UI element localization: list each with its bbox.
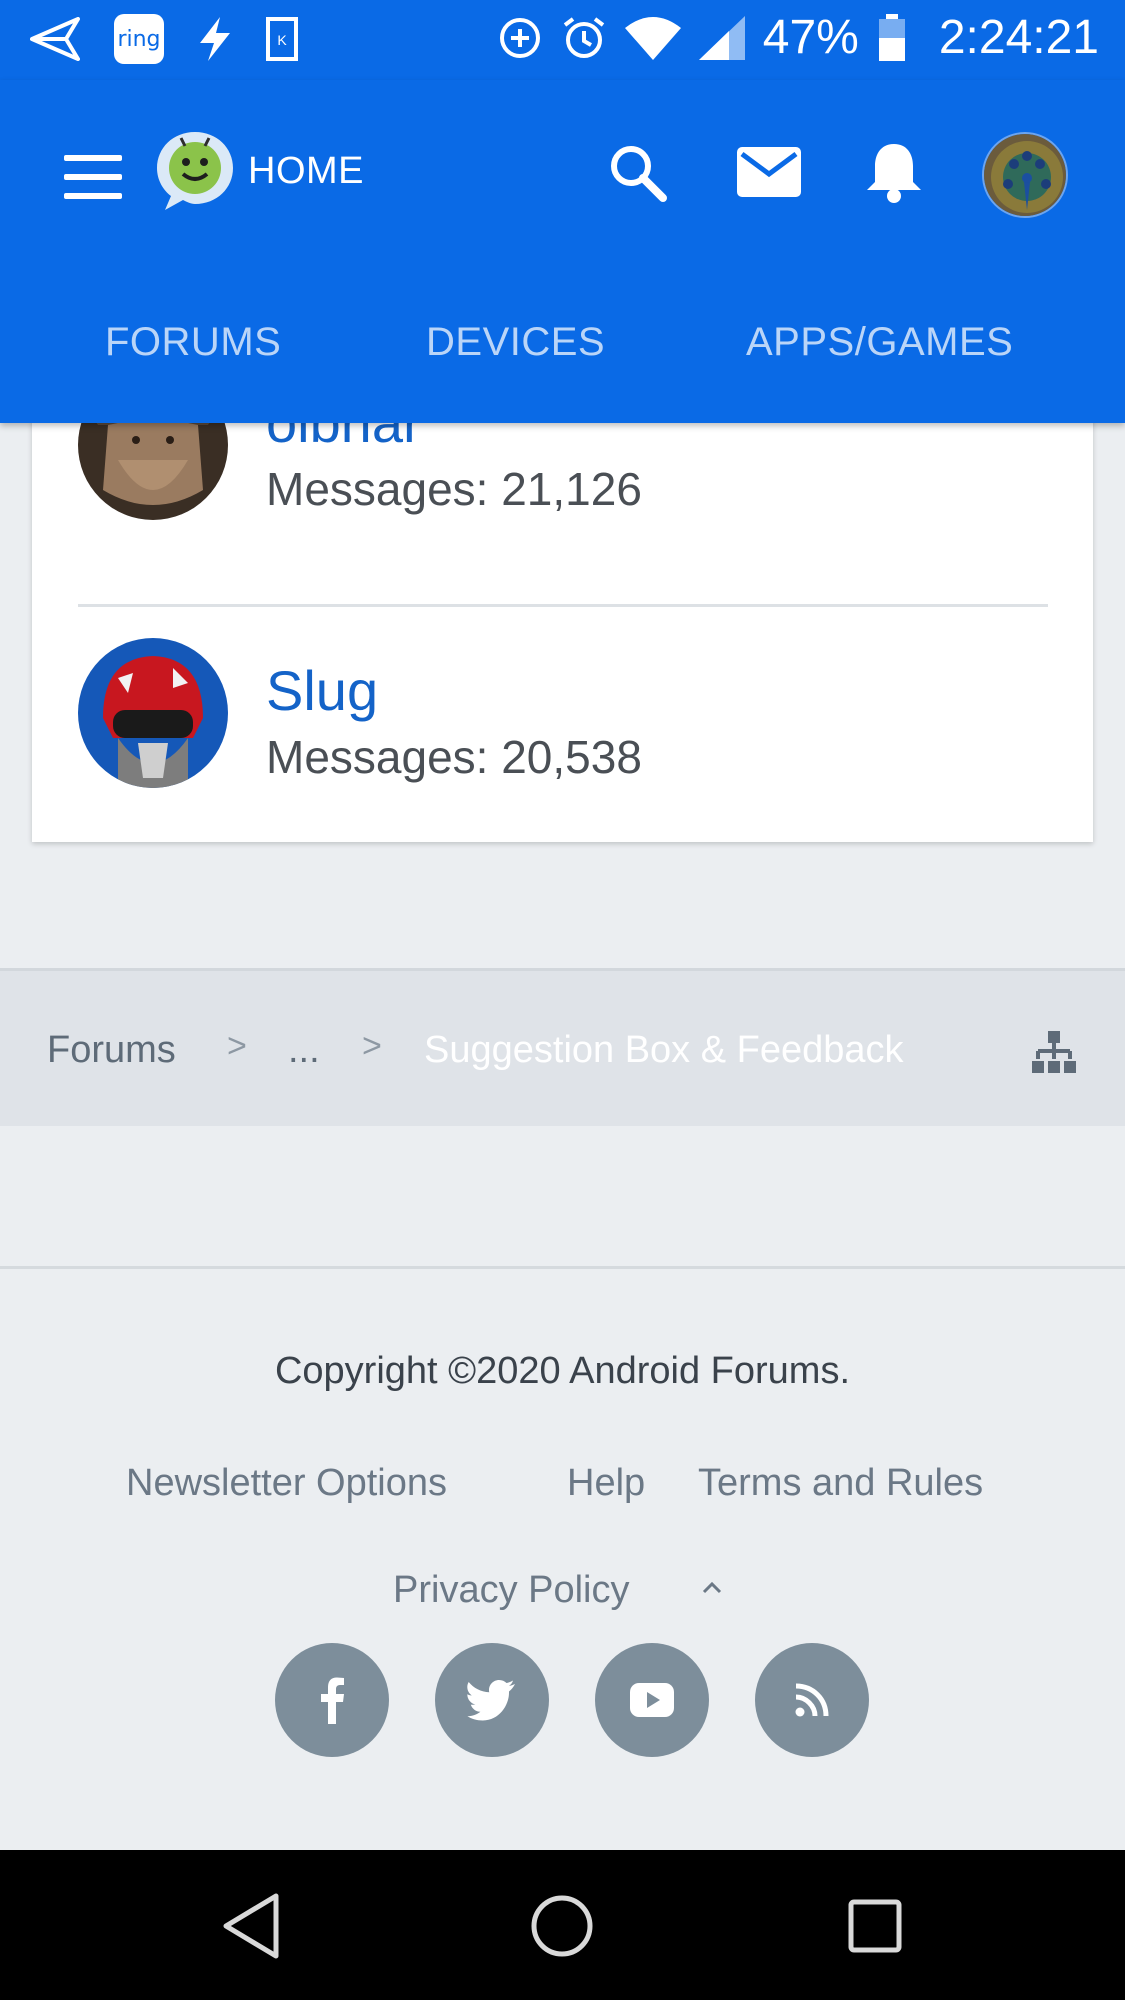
android-forums-logo[interactable]	[153, 128, 237, 212]
breadcrumb-separator: >	[227, 1027, 247, 1065]
alarm-icon	[563, 16, 604, 58]
breadcrumb-forums[interactable]: Forums	[47, 1029, 176, 1072]
menu-icon[interactable]	[64, 155, 122, 199]
kindle-icon: K	[266, 17, 298, 61]
wifi-icon	[624, 16, 681, 60]
app-header: HOME FORUMS DEVICES APPS/GAMES	[0, 80, 1125, 423]
member-messages: Messages: 21,126	[266, 463, 642, 515]
bell-icon[interactable]	[860, 138, 928, 206]
divider	[78, 604, 1048, 607]
list-item[interactable]: Slug Messages: 20,538	[78, 638, 1048, 798]
tab-devices[interactable]: DEVICES	[426, 320, 605, 365]
ring-label: ring	[117, 26, 161, 52]
status-bar: ring K 47% 2:24:21	[0, 0, 1125, 80]
facebook-icon[interactable]	[275, 1643, 389, 1757]
members-card: olbriar Messages: 21,126 Slug Messages: …	[32, 370, 1093, 842]
member-avatar[interactable]	[78, 638, 228, 788]
recents-icon[interactable]	[839, 1890, 911, 1962]
footer-divider	[0, 1266, 1125, 1269]
signal-icon	[698, 15, 745, 60]
system-nav-bar	[0, 1850, 1125, 2000]
svg-text:K: K	[277, 32, 287, 48]
breadcrumb-ellipsis[interactable]: ...	[288, 1029, 320, 1072]
member-name[interactable]: Slug	[266, 658, 378, 723]
rss-icon[interactable]	[755, 1643, 869, 1757]
terms-and-rules-link[interactable]: Terms and Rules	[698, 1462, 983, 1505]
twitter-icon[interactable]	[435, 1643, 549, 1757]
nav-tabs: FORUMS DEVICES APPS/GAMES	[0, 320, 1125, 420]
help-link[interactable]: Help	[567, 1462, 645, 1505]
send-icon	[30, 17, 80, 61]
tab-forums[interactable]: FORUMS	[105, 320, 281, 365]
chevron-up-icon[interactable]	[698, 1576, 726, 1598]
user-avatar[interactable]	[982, 132, 1068, 218]
sitemap-icon[interactable]	[1030, 1029, 1078, 1077]
breadcrumb: Forums > ... > Suggestion Box & Feedback	[0, 968, 1125, 1126]
home-link[interactable]: HOME	[248, 150, 364, 193]
battery-icon	[878, 13, 905, 61]
tab-apps-games[interactable]: APPS/GAMES	[746, 320, 1013, 365]
search-icon[interactable]	[603, 138, 671, 206]
status-notifications: ring K	[30, 14, 298, 64]
flash-icon	[200, 17, 230, 61]
breadcrumb-current[interactable]: Suggestion Box & Feedback	[424, 1029, 904, 1072]
breadcrumb-separator: >	[362, 1027, 382, 1065]
privacy-policy-link[interactable]: Privacy Policy	[393, 1569, 630, 1612]
mail-icon[interactable]	[735, 138, 803, 206]
back-icon[interactable]	[216, 1890, 288, 1962]
status-system: 47% 2:24:21	[497, 10, 1099, 65]
data-saver-icon	[499, 17, 540, 58]
clock: 2:24:21	[938, 11, 1099, 64]
newsletter-options-link[interactable]: Newsletter Options	[126, 1462, 447, 1505]
copyright-text: Copyright ©2020 Android Forums.	[274, 1350, 851, 1392]
member-messages: Messages: 20,538	[266, 731, 642, 783]
ring-app-icon: ring	[114, 14, 164, 64]
youtube-icon[interactable]	[595, 1643, 709, 1757]
home-icon[interactable]	[526, 1890, 598, 1962]
battery-percent: 47%	[762, 11, 859, 64]
